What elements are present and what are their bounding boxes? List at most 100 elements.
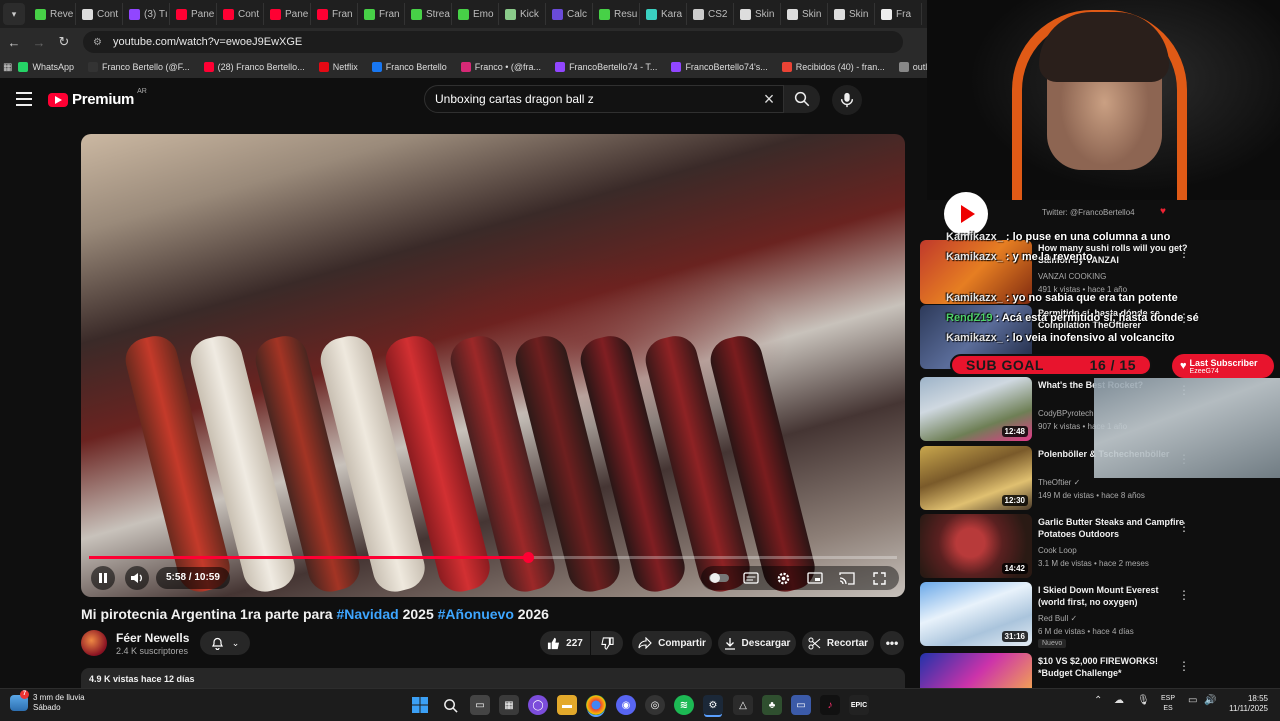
recommended-channel[interactable]: Red Bull ✓ (1038, 614, 1077, 623)
recommended-channel[interactable]: Cook Loop (1038, 546, 1077, 555)
steam-icon[interactable]: ⚙ (703, 695, 723, 715)
site-info-icon[interactable]: ⚙ (93, 37, 107, 48)
settings-button[interactable] (773, 566, 793, 590)
youtube-premium-logo[interactable]: Premium AR (48, 88, 147, 108)
video-thumbnail[interactable]: 12:48 (920, 377, 1032, 441)
bookmark-item[interactable]: outlook (898, 62, 927, 72)
onedrive-cloud-icon[interactable]: ☁ (1114, 695, 1124, 706)
tab-search-chevron-icon[interactable]: ▾ (3, 3, 25, 25)
more-vertical-icon[interactable]: ⋮ (1178, 246, 1190, 260)
video-thumbnail[interactable]: 12:30 (920, 446, 1032, 510)
show-hidden-icons-chevron[interactable]: ⌃ (1094, 695, 1102, 706)
clear-search-icon[interactable]: × (755, 89, 783, 110)
chrome-icon[interactable] (586, 695, 606, 715)
browser-tab[interactable]: (3) Tı (123, 3, 170, 25)
volume-tray-icon[interactable]: 🔊 (1204, 695, 1216, 706)
bookmark-item[interactable]: Franco Bertello (@F... (87, 62, 190, 72)
recommended-channel[interactable]: CodyBPyrotech (1038, 409, 1094, 418)
dislike-button[interactable] (591, 631, 623, 655)
browser-tab[interactable]: Fra (875, 3, 922, 25)
notifications-bell-button[interactable]: ⌄ (200, 631, 250, 655)
app-triangle-icon[interactable]: △ (733, 695, 753, 715)
recommended-video[interactable]: 31:16 I Skied Down Mount Everest (world f… (920, 582, 1275, 648)
download-button[interactable]: Descargar (718, 631, 796, 655)
browser-tab[interactable]: Skin (734, 3, 781, 25)
hashtag-link[interactable]: #Añonuevo (438, 606, 514, 622)
miniplayer-button[interactable] (805, 566, 825, 590)
recommended-title[interactable]: Garlic Butter Steaks and Campfire Potato… (1038, 516, 1188, 540)
browser-tab[interactable]: Pane (264, 3, 311, 25)
file-explorer-icon[interactable]: ▬ (557, 695, 577, 715)
monitor-tray-icon[interactable]: ▭ (1188, 695, 1197, 706)
bookmark-item[interactable]: Recibidos (40) - fran... (781, 62, 885, 72)
more-vertical-icon[interactable]: ⋮ (1178, 659, 1190, 673)
recommended-title[interactable]: $10 VS $2,000 FIREWORKS! *Budget Challen… (1038, 655, 1188, 679)
spotify-icon[interactable]: ≋ (674, 695, 694, 715)
browser-tab[interactable]: Resu (593, 3, 640, 25)
microphone-tray-icon[interactable]: 🎙 (1137, 695, 1150, 706)
bookmark-item[interactable]: (28) Franco Bertello... (203, 62, 305, 72)
monitor-app-icon[interactable]: ▭ (791, 695, 811, 715)
recommended-video[interactable]: 14:42 Garlic Butter Steaks and Campfire P… (920, 514, 1275, 578)
app-network-icon[interactable]: ♣ (762, 695, 782, 715)
recommended-title[interactable]: I Skied Down Mount Everest (world first,… (1038, 584, 1188, 608)
browser-tab[interactable]: Skin (781, 3, 828, 25)
url-field[interactable]: ⚙ youtube.com/watch?v=ewoeJ9EwXGE (83, 31, 903, 53)
recommended-channel[interactable]: TheOftier ✓ (1038, 478, 1080, 487)
system-clock[interactable]: 18:55 11/11/2025 (1222, 694, 1268, 714)
browser-tab[interactable]: Cont (217, 3, 264, 25)
more-vertical-icon[interactable]: ⋮ (1178, 520, 1190, 534)
forward-arrow-icon[interactable]: → (28, 31, 50, 53)
discord-icon[interactable]: ◉ (616, 695, 636, 715)
clip-button[interactable]: Recortar (802, 631, 874, 655)
bookmark-item[interactable]: Franco Bertello (371, 62, 447, 72)
cast-button[interactable] (837, 566, 857, 590)
channel-name[interactable]: Féer Newells (116, 631, 189, 645)
browser-tab[interactable]: Strea (405, 3, 452, 25)
obs-icon[interactable]: ◎ (645, 695, 665, 715)
video-thumbnail[interactable]: 31:16 (920, 582, 1032, 646)
app-circle-icon[interactable]: ◯ (528, 695, 548, 715)
share-button[interactable]: Compartir (632, 631, 712, 655)
browser-tab[interactable]: Kara (640, 3, 687, 25)
autoplay-toggle[interactable] (709, 566, 729, 590)
back-arrow-icon[interactable]: ← (3, 31, 25, 53)
search-input[interactable]: Unboxing cartas dragon ball z × (424, 85, 784, 113)
browser-tab[interactable]: Kick (499, 3, 546, 25)
browser-tab[interactable]: CS2 (687, 3, 734, 25)
weather-widget[interactable]: 7 3 mm de lluvia Sábado (10, 690, 85, 713)
browser-tab[interactable]: Pane (170, 3, 217, 25)
browser-tab[interactable]: Fran (358, 3, 405, 25)
widgets-icon[interactable]: ▦ (499, 695, 519, 715)
apps-grid-icon[interactable]: ▦ (3, 56, 12, 78)
pause-button[interactable] (91, 566, 115, 590)
task-view-icon[interactable]: ▭ (470, 695, 490, 715)
voice-search-button[interactable] (832, 85, 862, 115)
subtitles-button[interactable] (741, 566, 761, 590)
search-button[interactable] (784, 85, 820, 113)
bookmark-item[interactable]: FrancoBertello74 - T... (555, 62, 657, 72)
browser-tab[interactable]: Skin (828, 3, 875, 25)
search-icon[interactable] (440, 695, 460, 715)
reload-icon[interactable]: ↻ (53, 31, 75, 53)
bookmark-item[interactable]: FrancoBertello74's... (671, 62, 768, 72)
more-vertical-icon[interactable]: ⋮ (1178, 588, 1190, 602)
bookmark-item[interactable]: WhatsApp (18, 62, 74, 72)
browser-tab[interactable]: Fran (311, 3, 358, 25)
hamburger-menu-icon[interactable] (16, 92, 32, 106)
scrubber-handle[interactable] (523, 552, 534, 563)
epic-games-icon[interactable]: EPIC (849, 695, 869, 715)
mute-button[interactable] (125, 566, 149, 590)
video-player[interactable]: 5:58 / 10:59 (81, 134, 905, 597)
browser-tab[interactable]: Reve (29, 3, 76, 25)
hashtag-link[interactable]: #Navidad (336, 606, 398, 622)
video-thumbnail[interactable]: 14:42 (920, 514, 1032, 578)
more-actions-button[interactable]: ••• (880, 631, 904, 655)
channel-avatar[interactable] (81, 630, 107, 656)
recommended-channel[interactable]: VANZAI COOKING (1038, 272, 1106, 281)
tiktok-icon[interactable]: ♪ (820, 695, 840, 715)
browser-tab[interactable]: Cont (76, 3, 123, 25)
bookmark-item[interactable]: Franco • (@fra... (460, 62, 541, 72)
like-button[interactable]: 227 (540, 631, 590, 655)
description-box[interactable]: 4.9 K vistas hace 12 días (81, 668, 905, 688)
